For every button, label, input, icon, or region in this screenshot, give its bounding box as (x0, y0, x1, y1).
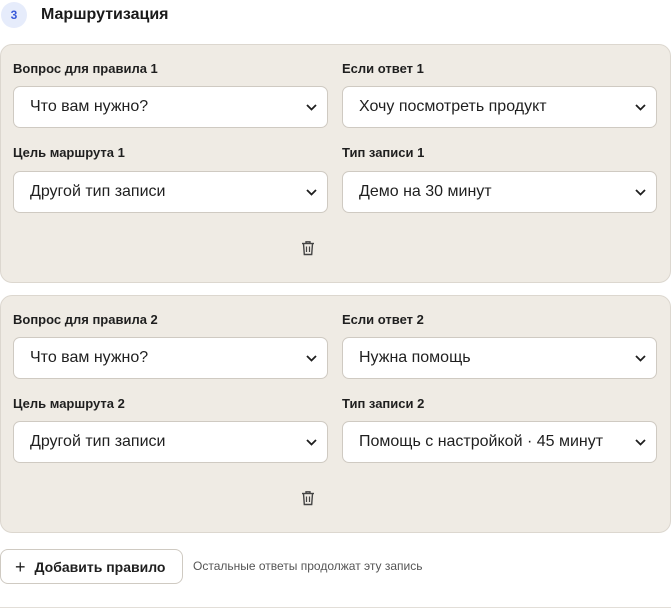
plus-icon: + (15, 556, 26, 577)
answer-label: Если ответ 1 (342, 61, 424, 76)
section-header: 3 Маршрутизация (0, 0, 169, 30)
question-label: Вопрос для правила 2 (13, 312, 158, 327)
type-select-value: Помощь с настройкой · 45 минут (359, 433, 604, 450)
chevron-down-icon (305, 186, 317, 198)
add-rule-label: Добавить правило (34, 558, 166, 575)
type-label: Тип записи 1 (342, 145, 425, 160)
answer-select[interactable]: Нужна помощь (342, 337, 657, 379)
trash-icon (302, 241, 314, 256)
chevron-down-icon (305, 101, 317, 113)
answer-select-value: Хочу посмотреть продукт (359, 98, 547, 115)
answer-label: Если ответ 2 (342, 312, 424, 327)
chevron-down-icon (634, 101, 646, 113)
trash-icon (302, 491, 314, 506)
delete-rule-button[interactable] (298, 487, 318, 509)
rule-card-1: Вопрос для правила 1 Если ответ 1 Что ва… (0, 44, 671, 283)
delete-rule-button[interactable] (298, 237, 318, 259)
question-select-value: Что вам нужно? (30, 349, 149, 366)
type-select[interactable]: Демо на 30 минут (342, 171, 657, 213)
question-select[interactable]: Что вам нужно? (13, 337, 328, 379)
step-badge: 3 (1, 2, 27, 28)
type-select[interactable]: Помощь с настройкой · 45 минут (342, 421, 657, 463)
add-rule-button[interactable]: + Добавить правило (0, 549, 183, 584)
target-select-value: Другой тип записи (30, 183, 166, 200)
target-label: Цель маршрута 1 (13, 145, 125, 160)
answer-select[interactable]: Хочу посмотреть продукт (342, 86, 657, 128)
target-select-value: Другой тип записи (30, 433, 166, 450)
chevron-down-icon (634, 352, 646, 364)
rule-card-2: Вопрос для правила 2 Если ответ 2 Что ва… (0, 295, 671, 533)
target-select[interactable]: Другой тип записи (13, 421, 328, 463)
chevron-down-icon (305, 436, 317, 448)
question-label: Вопрос для правила 1 (13, 61, 158, 76)
chevron-down-icon (634, 436, 646, 448)
target-select[interactable]: Другой тип записи (13, 171, 328, 213)
answer-select-value: Нужна помощь (359, 349, 471, 366)
question-select[interactable]: Что вам нужно? (13, 86, 328, 128)
type-select-value: Демо на 30 минут (359, 183, 492, 200)
type-label: Тип записи 2 (342, 396, 425, 411)
hint-text: Остальные ответы продолжат эту запись (193, 559, 423, 573)
question-select-value: Что вам нужно? (30, 98, 149, 115)
divider (0, 607, 671, 608)
target-label: Цель маршрута 2 (13, 396, 125, 411)
chevron-down-icon (634, 186, 646, 198)
chevron-down-icon (305, 352, 317, 364)
section-title: Маршрутизация (41, 6, 169, 23)
